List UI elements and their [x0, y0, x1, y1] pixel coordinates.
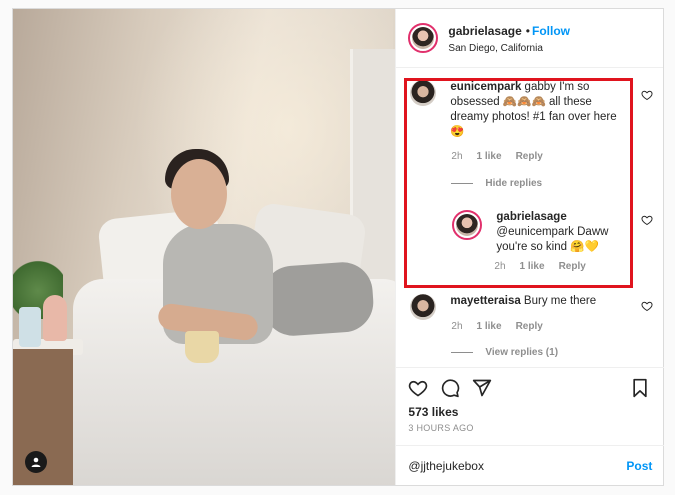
instagram-post: gabrielasage • Follow San Diego, Californi… — [12, 8, 665, 486]
comment-meta: 2h 1 like Reply — [451, 321, 542, 332]
comment-icon[interactable] — [440, 378, 460, 398]
view-replies-button[interactable]: View replies (1) — [451, 347, 558, 358]
reply-button[interactable]: Reply — [516, 321, 543, 332]
post-comment-button[interactable]: Post — [626, 459, 652, 473]
post-side-panel: gabrielasage • Follow San Diego, Californi… — [395, 9, 665, 485]
author-avatar[interactable] — [408, 23, 439, 53]
photo-vase — [19, 307, 41, 347]
photo-mug — [185, 331, 219, 363]
like-count[interactable]: 573 likes — [408, 405, 458, 419]
commenter-avatar[interactable] — [410, 294, 437, 320]
user-tag-icon[interactable] — [25, 451, 47, 473]
comment-body: mayetteraisa Bury me there — [450, 294, 632, 320]
add-comment-bar: @jjthejukebox Post — [396, 445, 665, 485]
comment-like-heart-icon[interactable] — [641, 89, 653, 101]
comment-item: mayetteraisa Bury me there — [410, 294, 632, 320]
share-icon[interactable] — [472, 378, 492, 398]
post-location[interactable]: San Diego, California — [448, 43, 570, 54]
action-bar — [396, 367, 665, 398]
replies-toggle-label: View replies (1) — [485, 347, 559, 358]
photo-person-head — [171, 159, 227, 229]
post-time: 3 HOURS AGO — [408, 423, 474, 433]
comment-text: Bury me there — [520, 295, 597, 307]
highlight-box — [404, 78, 634, 288]
author-username[interactable]: gabrielasage — [448, 24, 521, 38]
post-header: gabrielasage • Follow San Diego, Californi… — [396, 9, 663, 68]
heart-icon[interactable] — [408, 378, 428, 398]
photo-lamp — [43, 295, 67, 341]
post-photo[interactable] — [13, 9, 396, 485]
photo-person-legs — [260, 260, 376, 338]
comment-likes[interactable]: 1 like — [477, 321, 502, 332]
comment-like-heart-icon[interactable] — [641, 300, 653, 312]
comment-input[interactable]: @jjthejukebox — [408, 459, 484, 473]
reply-like-heart-icon[interactable] — [641, 214, 653, 226]
follow-button[interactable]: Follow — [532, 24, 570, 38]
bookmark-icon[interactable] — [630, 378, 650, 398]
header-dot: • — [525, 24, 530, 38]
comment-time: 2h — [451, 321, 463, 332]
comment-username[interactable]: mayetteraisa — [450, 295, 520, 307]
